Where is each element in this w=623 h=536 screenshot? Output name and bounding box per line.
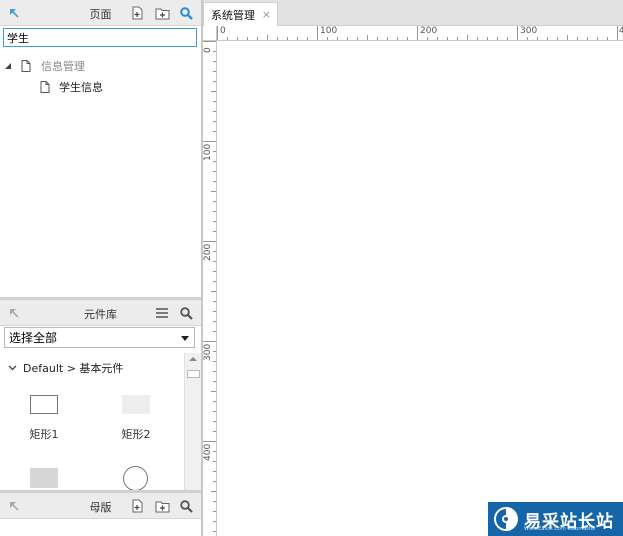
vertical-ruler[interactable]: 0 100 200 300 400: [203, 41, 217, 536]
left-sidebar: 页面 信息管理 学生信息 元件: [0, 0, 201, 536]
add-master-icon[interactable]: [130, 498, 146, 514]
menu-icon[interactable]: [154, 305, 170, 321]
tree-node-page[interactable]: 学生信息: [40, 78, 103, 96]
library-select-value: 选择全部: [9, 331, 58, 345]
add-page-icon[interactable]: [130, 5, 146, 21]
widget-label: 矩形1: [29, 428, 59, 441]
ruler-ticks: [203, 41, 216, 532]
add-folder-icon[interactable]: [154, 5, 170, 21]
ruler-label: 0: [203, 47, 213, 53]
ruler-label: 0: [220, 26, 226, 36]
chevron-down-icon: [8, 365, 17, 371]
scroll-up-icon[interactable]: [189, 357, 197, 361]
close-icon[interactable]: ×: [262, 8, 271, 21]
watermark-subtext: Www.Easck.Com Webmaster: [524, 526, 596, 532]
tree-node-folder[interactable]: 信息管理: [4, 57, 85, 75]
ruler-label: 200: [203, 243, 213, 261]
design-canvas[interactable]: [217, 41, 623, 536]
library-scrollbar[interactable]: [184, 353, 201, 490]
search-icon[interactable]: [178, 5, 194, 21]
widget-label: 矩形2: [121, 428, 151, 441]
watermark-logo: 易采站长站 Www.Easck.Com Webmaster: [488, 502, 623, 536]
search-icon[interactable]: [178, 305, 194, 321]
masters-panel-title: 母版: [89, 501, 112, 514]
horizontal-ruler[interactable]: 0 100 200 300 4: [217, 26, 623, 41]
tree-label: 信息管理: [41, 60, 85, 73]
add-folder-icon[interactable]: [154, 498, 170, 514]
scroll-thumb[interactable]: [187, 370, 200, 378]
ruler-label: 4: [619, 26, 623, 36]
ruler-corner: [203, 26, 217, 41]
tab-label: 系统管理: [211, 8, 255, 22]
tree-label: 学生信息: [59, 81, 103, 94]
chevron-down-icon: [181, 336, 189, 341]
expand-triangle-icon[interactable]: [4, 62, 12, 70]
ruler-label: 100: [320, 26, 338, 36]
library-select[interactable]: 选择全部: [4, 327, 195, 348]
search-icon[interactable]: [178, 498, 194, 514]
page-icon: [40, 81, 50, 93]
app-window: 页面 信息管理 学生信息 元件: [0, 0, 623, 536]
ruler-label: 200: [420, 26, 438, 36]
library-group-label: Default > 基本元件: [23, 362, 124, 375]
library-panel-header: 元件库: [0, 300, 201, 326]
widget-placeholder-preview[interactable]: [30, 468, 58, 488]
masters-panel-header: 母版: [0, 493, 201, 519]
ruler-label: 300: [203, 343, 213, 361]
widget-ellipse-preview[interactable]: [123, 466, 148, 490]
ruler-label: 100: [203, 143, 213, 161]
widget-library-list: Default > 基本元件 矩形1 矩形2: [0, 353, 184, 490]
tab-bar: 系统管理 ×: [203, 0, 623, 26]
ruler-label: 300: [520, 26, 538, 36]
widget-rect1-preview[interactable]: [30, 395, 58, 414]
pages-panel-title: 页面: [89, 8, 112, 21]
library-panel-title: 元件库: [84, 308, 117, 321]
page-search-input[interactable]: [3, 28, 197, 47]
pages-panel-header: 页面: [0, 0, 201, 26]
logo-icon: [494, 507, 518, 531]
page-icon: [21, 60, 31, 72]
ruler-label: 400: [203, 443, 213, 461]
tab-system-management[interactable]: 系统管理 ×: [203, 2, 278, 26]
library-group-header[interactable]: Default > 基本元件: [8, 359, 123, 377]
widget-rect2-preview[interactable]: [122, 395, 150, 414]
